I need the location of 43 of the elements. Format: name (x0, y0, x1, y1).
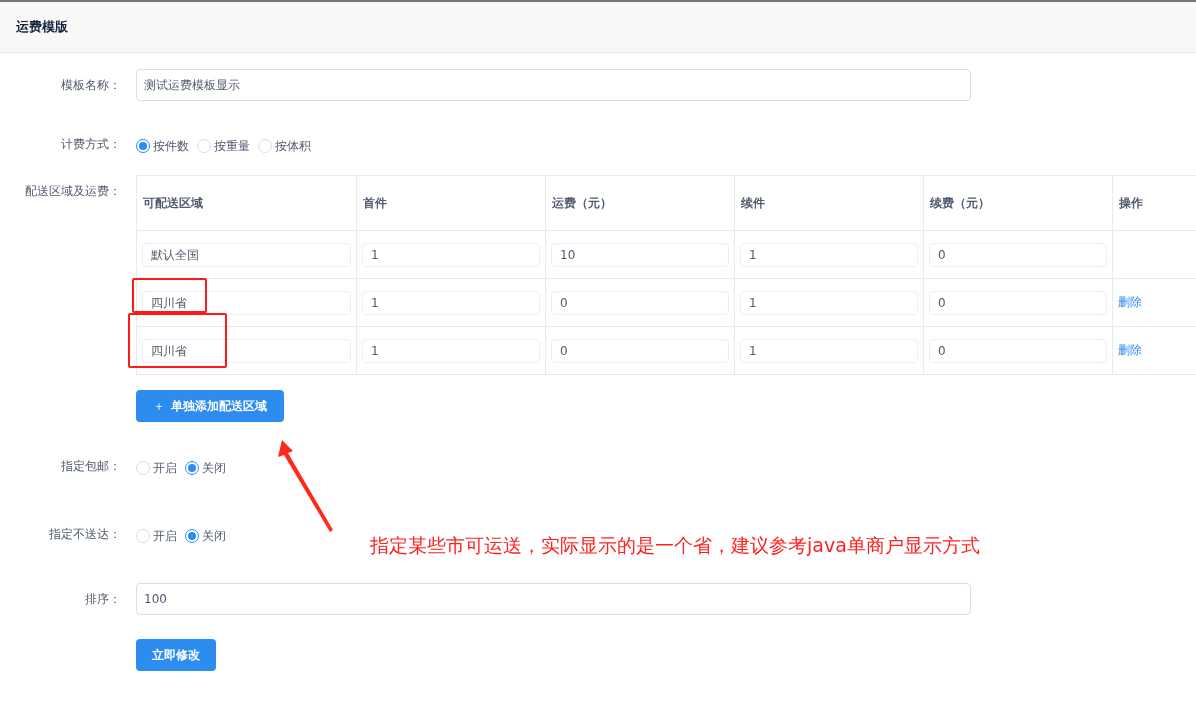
column-header: 续费（元） (923, 175, 1113, 231)
annotation-note: 指定某些市可运送，实际显示的是一个省，建议参考java单商户显示方式 (370, 533, 980, 558)
form-label: 模板名称： (60, 77, 122, 94)
radio-label[interactable]: 按重量 (214, 137, 250, 155)
column-header: 可配送区域 (136, 175, 357, 231)
cell-input-field[interactable]: 1 (362, 290, 540, 315)
column-header: 续件 (734, 175, 924, 231)
form-label: 配送区域及运费： (24, 183, 122, 200)
form-label: 计费方式： (60, 136, 122, 153)
cell-input-field[interactable]: 0 (929, 338, 1107, 363)
radio-label[interactable]: 关闭 (202, 527, 226, 545)
cell-input-field[interactable]: 0 (929, 242, 1107, 267)
form-label: 指定包邮： (60, 458, 122, 475)
radio-label[interactable]: 开启 (153, 459, 177, 477)
page-title: 运费模版 (16, 18, 68, 36)
radio-button[interactable] (185, 461, 199, 475)
template-name-field[interactable]: 测试运费模板显示 (136, 69, 971, 101)
cell-input-field[interactable]: 默认全国 (142, 242, 351, 267)
radio-button[interactable] (185, 529, 199, 543)
column-header: 操作 (1112, 175, 1196, 231)
cell-input-field[interactable]: 0 (551, 338, 729, 363)
delete-link[interactable]: 删除 (1118, 295, 1142, 309)
radio-label[interactable]: 关闭 (202, 459, 226, 477)
form-label: 排序： (84, 591, 122, 608)
cell-input-field[interactable]: 0 (929, 290, 1107, 315)
delete-link[interactable]: 删除 (1118, 343, 1142, 357)
cell-input-field[interactable]: 四川省 (142, 290, 351, 315)
radio-label[interactable]: 按件数 (153, 137, 189, 155)
cell-input-field[interactable]: 0 (551, 290, 729, 315)
column-header: 运费（元） (545, 175, 735, 231)
sort-field[interactable]: 100 (136, 583, 971, 615)
cell-input-field[interactable]: 1 (740, 290, 918, 315)
cell-input-field[interactable]: 1 (362, 338, 540, 363)
cell-input-field[interactable]: 1 (740, 242, 918, 267)
radio-label[interactable]: 开启 (153, 527, 177, 545)
radio-button[interactable] (136, 139, 150, 153)
cell-input-field[interactable]: 1 (362, 242, 540, 267)
form-label: 指定不送达： (48, 526, 122, 543)
cell-input-field[interactable]: 四川省 (142, 338, 351, 363)
radio-label[interactable]: 按体积 (275, 137, 311, 155)
cell-input-field[interactable]: 10 (551, 242, 729, 267)
column-header: 首件 (356, 175, 546, 231)
cell-input-field[interactable]: 1 (740, 338, 918, 363)
